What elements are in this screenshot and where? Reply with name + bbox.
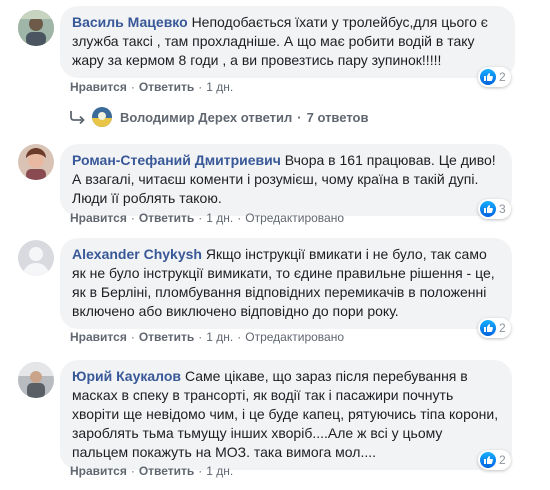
reaction-number: 2 <box>499 70 506 84</box>
like-button[interactable]: Нравится <box>70 80 127 94</box>
reaction-count[interactable]: 3 <box>478 199 511 219</box>
reaction-count[interactable]: 2 <box>478 318 511 338</box>
comment-bubble: Alexander Chykysh Якщо інструкції вмикат… <box>60 238 512 329</box>
separator: · <box>198 80 203 94</box>
comment-time[interactable]: 1 дн. <box>206 464 233 478</box>
avatar[interactable] <box>18 240 54 276</box>
comment-author[interactable]: Alexander Chykysh <box>72 246 202 262</box>
comment-bubble: Юрий Каукалов Саме цікаве, що зараз післ… <box>60 360 512 470</box>
like-icon <box>480 320 496 336</box>
separator: · <box>297 109 302 125</box>
comment-actions: Нравится · Ответить · 1 дн. · Отредактировано <box>70 211 344 225</box>
replies-action: ответил <box>240 109 293 125</box>
separator: · <box>130 211 135 225</box>
avatar[interactable] <box>18 10 54 46</box>
separator: · <box>198 330 203 344</box>
reply-arrow-icon <box>70 111 85 124</box>
comment-author[interactable]: Василь Мацевко <box>72 14 188 30</box>
comment-author[interactable]: Роман-Стефаний Дмитриевич <box>72 152 281 168</box>
like-button[interactable]: Нравится <box>70 464 127 478</box>
comment-author[interactable]: Юрий Каукалов <box>72 368 181 384</box>
reply-button[interactable]: Ответить <box>139 211 194 225</box>
comment-time[interactable]: 1 дн. <box>206 211 233 225</box>
edited-label[interactable]: Отредактировано <box>245 330 344 344</box>
reaction-number: 3 <box>499 202 506 216</box>
separator: · <box>237 330 242 344</box>
reaction-number: 2 <box>499 453 506 467</box>
like-button[interactable]: Нравится <box>70 211 127 225</box>
comment-actions: Нравится · Ответить · 1 дн. <box>70 80 233 94</box>
separator: · <box>130 330 135 344</box>
avatar[interactable] <box>18 362 54 398</box>
view-replies-link[interactable]: Володимир Дерех ответил · 7 ответов <box>68 107 368 127</box>
reaction-count[interactable]: 2 <box>478 67 511 87</box>
reaction-count[interactable]: 2 <box>478 450 511 470</box>
like-icon <box>480 201 496 217</box>
reaction-number: 2 <box>499 321 506 335</box>
avatar <box>92 107 112 127</box>
reply-button[interactable]: Ответить <box>139 80 194 94</box>
comment-bubble: Василь Мацевко Неподобається їхати у тро… <box>60 6 515 78</box>
separator: · <box>198 211 203 225</box>
replies-author: Володимир Дерех <box>120 109 238 125</box>
comment-time[interactable]: 1 дн. <box>206 330 233 344</box>
like-icon <box>480 69 496 85</box>
separator: · <box>130 464 135 478</box>
replies-count: 7 ответов <box>306 109 369 125</box>
reply-button[interactable]: Ответить <box>139 464 194 478</box>
comment-time[interactable]: 1 дн. <box>206 80 233 94</box>
comment-actions: Нравится · Ответить · 1 дн. · Отредактировано <box>70 330 344 344</box>
comment-bubble: Роман-Стефаний Дмитриевич Вчора в 161 пр… <box>60 144 512 216</box>
separator: · <box>237 211 242 225</box>
avatar[interactable] <box>18 144 54 180</box>
separator: · <box>130 80 135 94</box>
like-button[interactable]: Нравится <box>70 330 127 344</box>
comment-actions: Нравится · Ответить · 1 дн. <box>70 464 233 478</box>
like-icon <box>480 452 496 468</box>
edited-label[interactable]: Отредактировано <box>245 211 344 225</box>
separator: · <box>198 464 203 478</box>
reply-button[interactable]: Ответить <box>139 330 194 344</box>
